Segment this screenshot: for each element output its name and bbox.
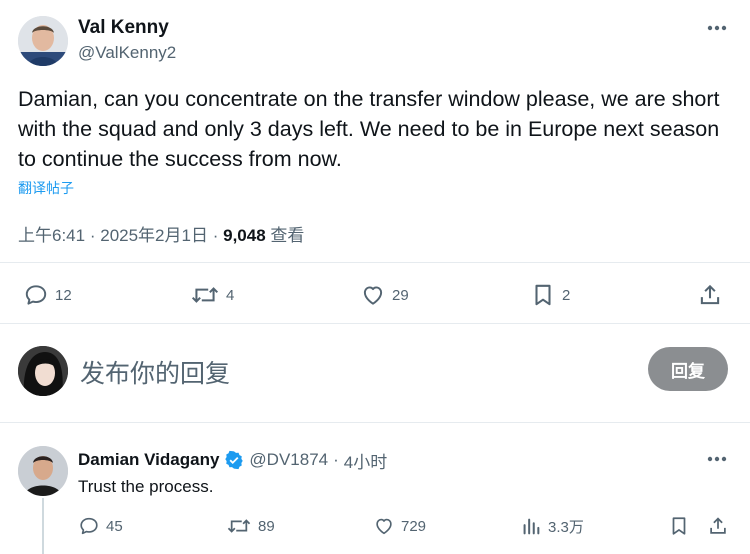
reply-more-options-button[interactable] — [703, 449, 731, 469]
more-horizontal-icon — [707, 25, 727, 31]
bookmark-icon — [672, 517, 686, 535]
reply-bookmark-button[interactable] — [668, 515, 690, 537]
reply-like-count: 729 — [401, 517, 427, 535]
reply-author-avatar[interactable] — [18, 446, 68, 496]
reply-time[interactable]: 4小时 — [344, 448, 387, 473]
reply-reply-button[interactable]: 45 — [78, 515, 123, 537]
reply-views-count: 3.3万 — [548, 518, 584, 536]
divider — [0, 323, 750, 324]
like-action-button[interactable]: 29 — [360, 282, 409, 308]
reply-text: Trust the process. — [78, 477, 214, 496]
divider — [0, 422, 750, 423]
reply-share-button[interactable] — [707, 515, 729, 537]
repost-icon — [227, 519, 251, 533]
views-count: 9,048 — [223, 226, 266, 245]
tweet-date[interactable]: 2025年2月1日 — [100, 226, 208, 245]
repost-count: 4 — [226, 286, 235, 304]
avatar-image — [18, 16, 68, 66]
translate-post-link[interactable]: 翻译帖子 — [18, 178, 74, 198]
verified-badge-icon — [225, 450, 244, 470]
avatar-image — [18, 346, 68, 396]
share-icon — [710, 517, 726, 534]
repost-action-button[interactable]: 4 — [190, 282, 234, 308]
bookmark-action-button[interactable]: 2 — [530, 282, 570, 308]
tweet-meta: 上午6:41 · 2025年2月1日 · 9,048 查看 — [18, 221, 304, 246]
more-horizontal-icon — [707, 456, 727, 462]
author-handle[interactable]: @ValKenny2 — [78, 43, 176, 63]
bookmark-icon — [535, 284, 551, 306]
meta-separator: · — [212, 226, 219, 245]
reply-header: Damian Vidagany @DV1874 · 4小时 — [78, 448, 387, 473]
heart-icon — [376, 518, 392, 535]
comment-icon — [80, 517, 98, 535]
more-options-button[interactable] — [703, 18, 731, 38]
reply-repost-button[interactable]: 89 — [226, 515, 275, 537]
reply-reply-count: 45 — [106, 517, 123, 535]
author-avatar[interactable] — [18, 16, 68, 66]
repost-icon — [191, 287, 219, 303]
reply-author-name[interactable]: Damian Vidagany — [78, 450, 219, 470]
comment-icon — [25, 285, 47, 305]
reply-submit-button[interactable]: 回复 — [648, 347, 728, 391]
reply-repost-count: 89 — [258, 517, 275, 535]
meta-separator: · — [89, 226, 96, 245]
bookmark-count: 2 — [562, 286, 571, 304]
meta-separator: · — [333, 450, 339, 469]
views-chart-icon — [523, 518, 540, 535]
tweet-time[interactable]: 上午6:41 — [18, 226, 85, 245]
current-user-avatar[interactable] — [18, 346, 68, 396]
heart-icon — [363, 286, 383, 305]
like-count: 29 — [392, 286, 409, 304]
views-label: 查看 — [270, 226, 305, 245]
tweet-text: Damian, can you concentrate on the trans… — [18, 87, 720, 171]
reply-like-button[interactable]: 729 — [373, 515, 426, 537]
author-name[interactable]: Val Kenny — [78, 17, 169, 39]
reply-composer-input[interactable]: 发布你的回复 — [80, 354, 230, 390]
share-icon — [700, 284, 720, 305]
reply-author-handle[interactable]: @DV1874 — [249, 450, 328, 470]
divider — [0, 262, 750, 263]
thread-line — [42, 498, 44, 554]
reply-views-button[interactable]: 3.3万 — [520, 515, 584, 537]
reply-count: 12 — [55, 286, 72, 304]
avatar-image — [18, 446, 68, 496]
share-action-button[interactable] — [697, 282, 723, 308]
reply-action-button[interactable]: 12 — [23, 282, 72, 308]
